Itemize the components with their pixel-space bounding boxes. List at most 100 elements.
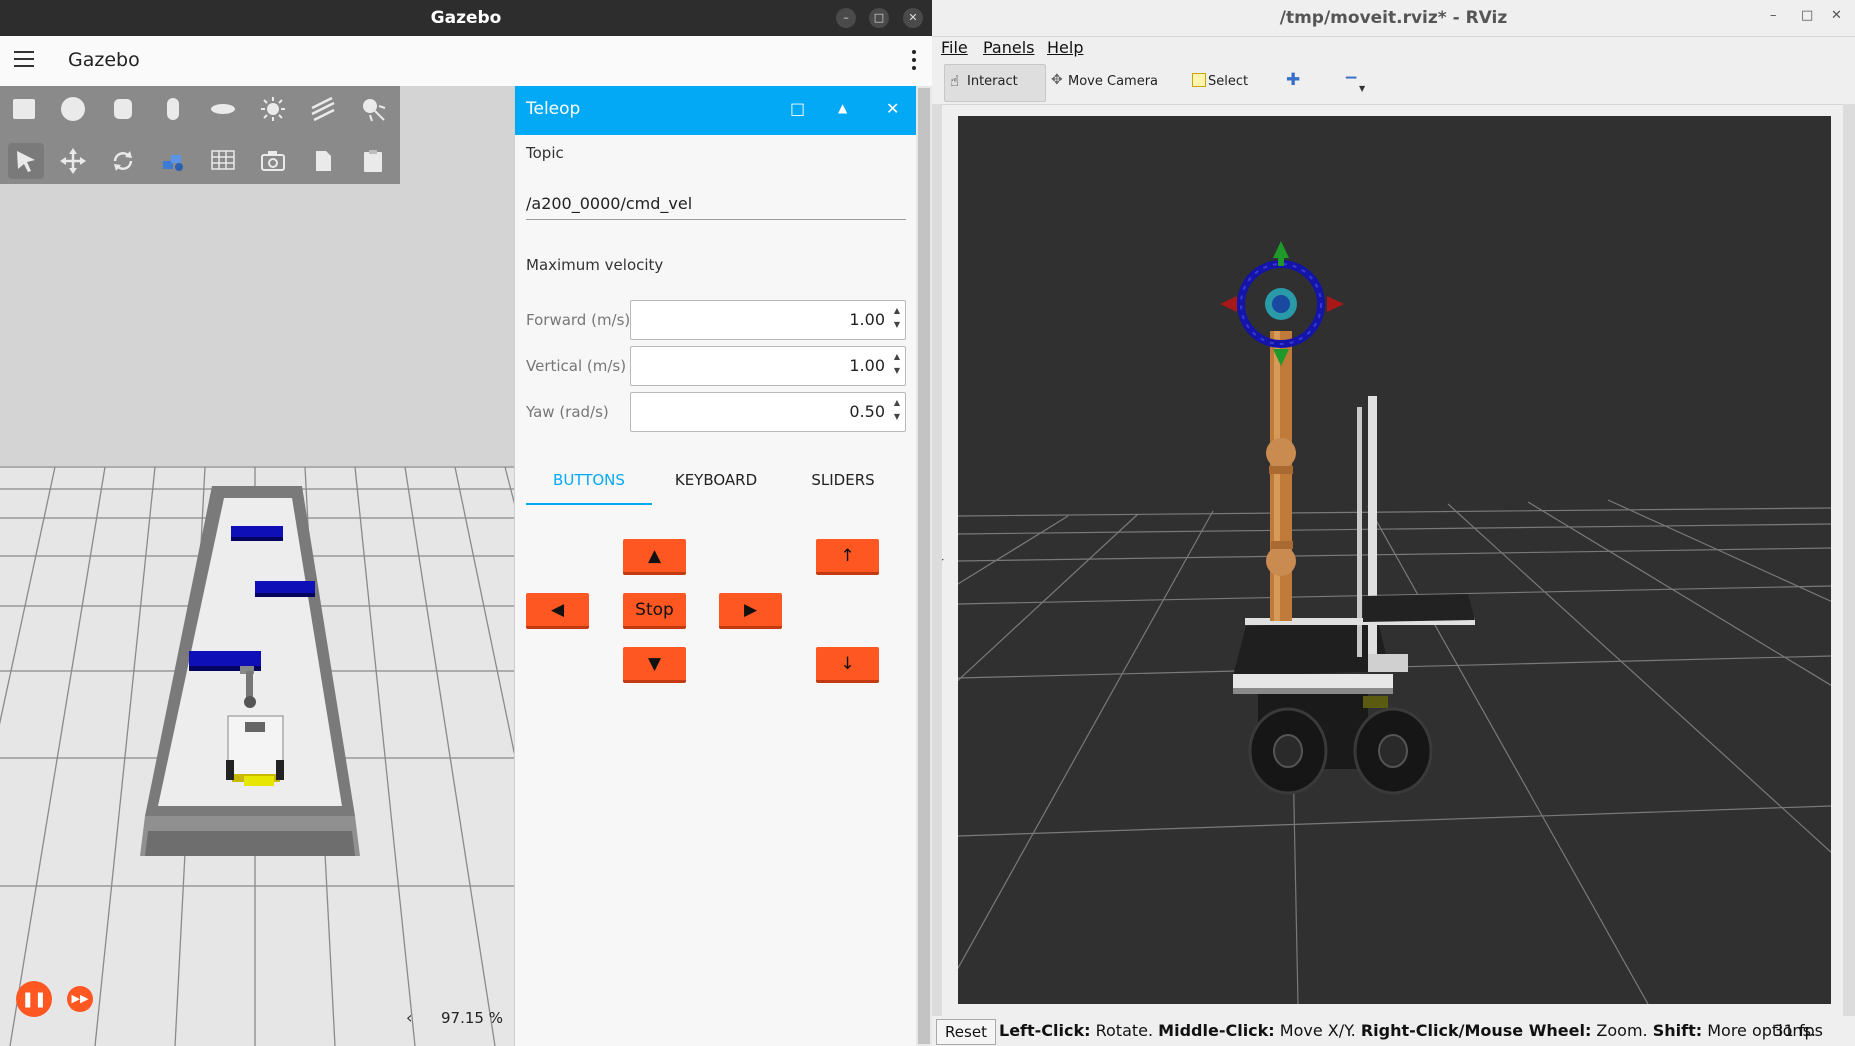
pause-button[interactable]: ❚❚ xyxy=(16,981,52,1017)
close-panel-icon[interactable]: ✕ xyxy=(886,99,899,118)
add-tool-icon[interactable]: ✚ xyxy=(1286,70,1300,90)
ellipsoid-shape-icon[interactable] xyxy=(207,93,239,125)
fps-counter: 31 fps xyxy=(1773,1021,1823,1040)
backward-button[interactable]: ▼ xyxy=(623,647,686,683)
rviz-scene-graphic xyxy=(958,116,1831,1004)
hint-left-click-text: Rotate. xyxy=(1090,1021,1159,1040)
hint-shift-key: Shift: xyxy=(1652,1021,1703,1040)
gazebo-app-title: Gazebo xyxy=(68,49,140,71)
forward-value: 1.00 xyxy=(849,310,885,329)
maximize-icon[interactable]: □ xyxy=(1801,8,1813,23)
more-options-icon[interactable] xyxy=(912,50,916,74)
remove-tool-icon[interactable]: − xyxy=(1344,68,1358,88)
window-maximize-icon[interactable]: □ xyxy=(790,99,805,118)
translate-mode-icon[interactable] xyxy=(57,145,89,177)
tab-buttons[interactable]: BUTTONS xyxy=(526,471,652,505)
vertical-velocity-input[interactable]: 1.00 ▲ ▼ xyxy=(630,346,906,386)
rotate-mode-icon[interactable] xyxy=(107,145,139,177)
rviz-statusbar: Reset Left-Click: Rotate. Middle-Click: … xyxy=(932,1016,1855,1046)
up-button[interactable]: ↑ xyxy=(816,539,879,575)
reset-button[interactable]: Reset xyxy=(936,1019,996,1045)
teleop-title: Teleop xyxy=(526,99,581,119)
spinner-icon[interactable]: ▲ ▼ xyxy=(894,396,900,424)
gazebo-shapes-toolbar xyxy=(0,86,400,184)
right-button[interactable]: ▶ xyxy=(719,593,782,629)
yaw-value: 0.50 xyxy=(849,402,885,421)
collapse-icon[interactable]: ▲ xyxy=(838,101,847,115)
hint-middle-click-key: Middle-Click: xyxy=(1158,1021,1275,1040)
max-velocity-label: Maximum velocity xyxy=(526,256,664,274)
zoom-level: 97.15 % xyxy=(441,1009,503,1027)
hint-right-click-text: Zoom. xyxy=(1591,1021,1653,1040)
hamburger-menu-icon[interactable] xyxy=(14,51,34,72)
gazebo-3d-scene[interactable] xyxy=(0,86,514,1046)
screenshot-camera-icon[interactable] xyxy=(257,145,289,177)
left-button[interactable]: ◀ xyxy=(526,593,589,629)
select-mode-icon[interactable] xyxy=(8,143,44,179)
forward-label: Forward (m/s) xyxy=(526,311,631,329)
gazebo-window: Gazebo – □ ✕ Gazebo ❚❚ ▶▶ ‹ 97.15 % Tele… xyxy=(0,0,932,1046)
interact-label[interactable]: Interact xyxy=(967,74,1018,89)
hand-icon: ☝ xyxy=(950,72,960,90)
yaw-velocity-input[interactable]: 0.50 ▲ ▼ xyxy=(630,392,906,432)
chevron-down-icon[interactable]: ▼ xyxy=(1359,84,1365,93)
grid-config-icon[interactable] xyxy=(207,145,239,177)
menu-help[interactable]: Help xyxy=(1047,38,1083,57)
down-button[interactable]: ↓ xyxy=(816,647,879,683)
tab-sliders[interactable]: SLIDERS xyxy=(780,471,906,489)
gazebo-header: Gazebo xyxy=(0,36,932,87)
spot-light-icon[interactable] xyxy=(357,93,389,125)
stop-button[interactable]: Stop xyxy=(623,593,686,629)
move-camera-label[interactable]: Move Camera xyxy=(1068,74,1158,89)
rviz-menubar: File Panels Help xyxy=(932,36,1855,60)
transform-control-icon[interactable] xyxy=(157,145,189,177)
menu-panels[interactable]: Panels xyxy=(983,38,1035,57)
tab-keyboard[interactable]: KEYBOARD xyxy=(653,471,779,489)
close-icon[interactable]: ✕ xyxy=(903,8,923,28)
chevron-left-icon[interactable]: ‹ xyxy=(406,1008,412,1027)
topic-label: Topic xyxy=(526,144,564,162)
hint-right-click-key: Right-Click/Mouse Wheel: xyxy=(1360,1021,1592,1040)
left-dock-handle[interactable] xyxy=(932,104,942,1016)
gazebo-window-title: Gazebo xyxy=(430,8,502,28)
sphere-shape-icon[interactable] xyxy=(57,93,89,125)
teleop-header: Teleop □ ▲ ✕ xyxy=(515,86,917,135)
right-dock-handle[interactable] xyxy=(1843,104,1855,1016)
minimize-icon[interactable]: – xyxy=(1770,8,1777,23)
teleop-panel: Teleop □ ▲ ✕ Topic /a200_0000/cmd_vel Ma… xyxy=(514,86,917,1046)
teleop-scrollbar[interactable] xyxy=(916,86,932,1046)
cylinder-shape-icon[interactable] xyxy=(107,93,139,125)
directional-light-icon[interactable] xyxy=(307,93,339,125)
box-shape-icon[interactable] xyxy=(8,93,40,125)
select-label[interactable]: Select xyxy=(1208,74,1248,89)
spinner-icon[interactable]: ▲ ▼ xyxy=(894,350,900,378)
gazebo-titlebar: Gazebo – □ ✕ xyxy=(0,0,932,36)
hint-middle-click-text: Move X/Y. xyxy=(1274,1021,1361,1040)
maximize-icon[interactable]: □ xyxy=(869,8,889,28)
gazebo-scene-graphic xyxy=(0,86,514,1046)
vertical-value: 1.00 xyxy=(849,356,885,375)
hint-left-click-key: Left-Click: xyxy=(999,1021,1091,1040)
vertical-label: Vertical (m/s) xyxy=(526,357,627,375)
move-camera-icon: ✥ xyxy=(1051,72,1063,88)
topic-input[interactable]: /a200_0000/cmd_vel xyxy=(526,194,906,220)
rviz-toolbar: ☝ Interact ✥ Move Camera Select ✚ − ▼ xyxy=(932,60,1855,105)
rviz-titlebar: /tmp/moveit.rviz* - RViz – □ ✕ xyxy=(932,0,1855,37)
menu-file[interactable]: File xyxy=(941,38,968,57)
sun-light-icon[interactable] xyxy=(257,93,289,125)
forward-velocity-input[interactable]: 1.00 ▲ ▼ xyxy=(630,300,906,340)
rviz-window: /tmp/moveit.rviz* - RViz – □ ✕ File Pane… xyxy=(932,0,1855,1046)
rviz-3d-viewport[interactable] xyxy=(958,116,1831,1004)
minimize-icon[interactable]: – xyxy=(836,8,856,28)
forward-button[interactable]: ▲ xyxy=(623,539,686,575)
paste-icon[interactable] xyxy=(357,145,389,177)
capsule-shape-icon[interactable] xyxy=(157,93,189,125)
select-icon xyxy=(1192,73,1206,87)
step-forward-button[interactable]: ▶▶ xyxy=(67,986,93,1012)
copy-icon[interactable] xyxy=(307,145,339,177)
rviz-window-title: /tmp/moveit.rviz* - RViz xyxy=(1279,8,1508,28)
yaw-label: Yaw (rad/s) xyxy=(526,403,609,421)
close-icon[interactable]: ✕ xyxy=(1831,8,1842,23)
spinner-icon[interactable]: ▲ ▼ xyxy=(894,304,900,332)
view-controls-hint: Left-Click: Rotate. Middle-Click: Move X… xyxy=(999,1021,1816,1040)
